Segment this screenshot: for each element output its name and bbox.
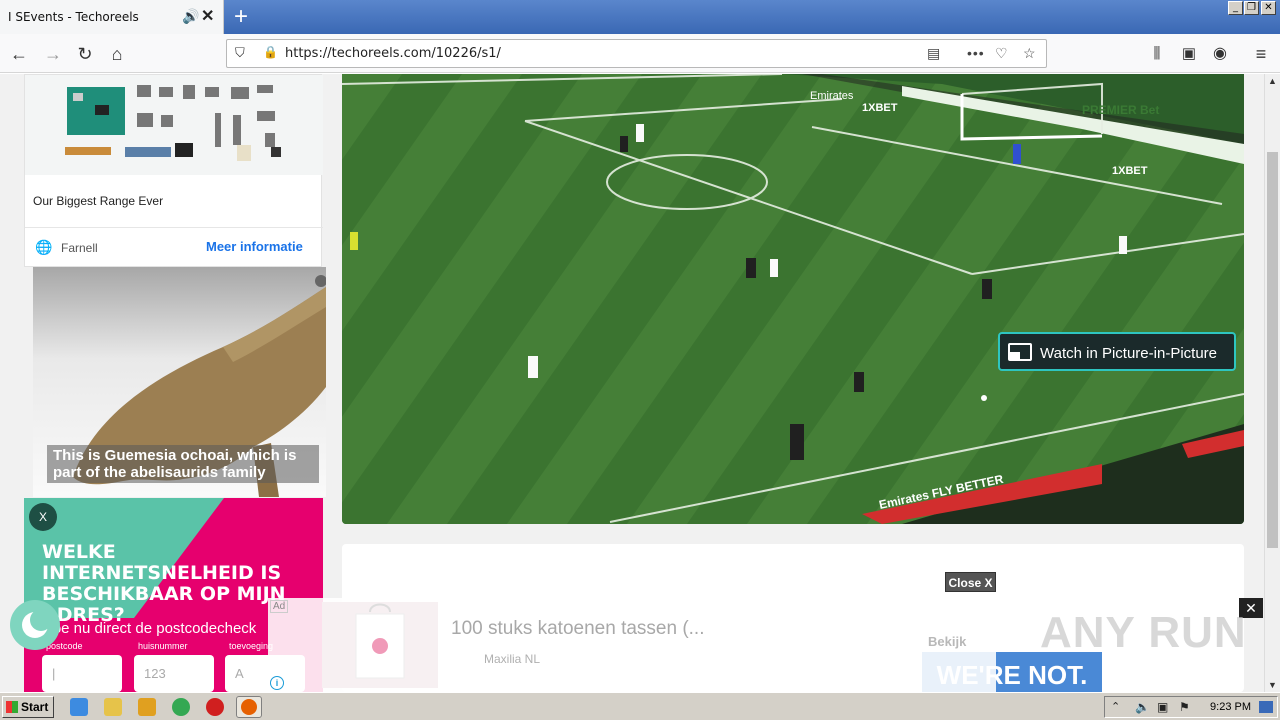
- forward-icon[interactable]: →: [42, 43, 64, 65]
- back-icon[interactable]: ←: [8, 43, 30, 65]
- ad-title[interactable]: 100 stuks katoenen tassen (...: [451, 618, 705, 640]
- farnell-ad[interactable]: Our Biggest Range Ever 🌐 Farnell Meer in…: [24, 74, 323, 267]
- windows-logo-icon: [6, 701, 18, 713]
- ad-tag: Ad: [270, 600, 289, 613]
- firefox-icon: [241, 699, 257, 715]
- reader-view-icon[interactable]: ▤: [927, 45, 940, 62]
- url-bar[interactable]: ⛉ 🔒 https://techoreels.com/10226/s1/ ▤ •…: [226, 39, 1047, 68]
- navigation-bar: ← → ↻ ⌂ ⛉ 🔒 https://techoreels.com/10226…: [0, 34, 1280, 73]
- lock-icon[interactable]: 🔒: [263, 45, 278, 59]
- scroll-up-icon[interactable]: ▲: [1268, 76, 1277, 86]
- close-ad-button[interactable]: X: [29, 503, 57, 531]
- media-player-icon[interactable]: [138, 698, 156, 716]
- page-actions-icon[interactable]: •••: [967, 45, 985, 61]
- board-premier: PREMIER Bet: [1082, 103, 1159, 117]
- video-player[interactable]: Emirates 1XBET 1XBET PREMIER Bet Emirate…: [342, 74, 1244, 524]
- clock[interactable]: 9:23 PM: [1210, 701, 1251, 713]
- firefox-taskbar-button[interactable]: [236, 696, 262, 718]
- football-match-frame: Emirates 1XBET 1XBET PREMIER Bet Emirate…: [342, 74, 1244, 524]
- tab-techoreels[interactable]: I SEvents - Techoreels 🔊 ✕: [0, 0, 224, 34]
- home-icon[interactable]: ⌂: [106, 43, 128, 65]
- folder-icon[interactable]: [104, 698, 122, 716]
- close-button[interactable]: Close X: [945, 572, 996, 592]
- scroll-down-icon[interactable]: ▼: [1268, 680, 1277, 690]
- start-button[interactable]: Start: [2, 696, 54, 718]
- shield-icon[interactable]: ⛉: [235, 45, 245, 61]
- more-info-link[interactable]: Meer informatie: [206, 239, 303, 254]
- house-number-field[interactable]: 123: [134, 655, 214, 692]
- dinosaur-ad[interactable]: This is Guemesia ochoai, which is part o…: [33, 267, 326, 497]
- library-icon[interactable]: ⫼: [1146, 43, 1168, 65]
- new-tab-button[interactable]: +: [228, 3, 254, 31]
- ad-headline[interactable]: Our Biggest Range Ever: [33, 194, 163, 208]
- components-image[interactable]: [25, 75, 323, 175]
- dark-mode-toggle[interactable]: [10, 600, 60, 650]
- tray-expand-icon[interactable]: ⌃: [1111, 700, 1120, 713]
- house-number-label: huisnummer: [138, 641, 188, 651]
- chrome-icon[interactable]: [172, 698, 190, 716]
- board-1xbet-2: 1XBET: [1112, 165, 1148, 177]
- minimize-button[interactable]: _: [1228, 1, 1243, 15]
- tote-bag-image[interactable]: [322, 602, 438, 688]
- tote-bag-illustration: [355, 603, 405, 679]
- reload-icon[interactable]: ↻: [74, 43, 96, 65]
- board-1xbet: 1XBET: [862, 102, 898, 114]
- advertiser-name[interactable]: Farnell: [61, 241, 98, 255]
- network-icon[interactable]: ▣: [1157, 700, 1168, 714]
- pocket-icon[interactable]: ♡: [995, 45, 1008, 62]
- account-icon[interactable]: ◉: [1209, 43, 1231, 65]
- ad-info-icon[interactable]: i: [270, 676, 284, 690]
- components-illustration: [65, 85, 281, 161]
- ie-icon[interactable]: [70, 698, 88, 716]
- dinosaur-caption[interactable]: This is Guemesia ochoai, which is part o…: [47, 445, 319, 483]
- addition-label: toevoeging: [229, 641, 274, 651]
- globe-icon: 🌐: [35, 239, 53, 255]
- start-label: Start: [21, 700, 49, 714]
- postcode-field[interactable]: |: [42, 655, 122, 692]
- anyrun-watermark: ANY RUN: [1040, 608, 1247, 657]
- menu-icon[interactable]: ≡: [1250, 43, 1272, 65]
- restore-button[interactable]: ❐: [1244, 1, 1259, 15]
- scrollbar-thumb[interactable]: [1267, 152, 1278, 548]
- divider: [25, 227, 323, 228]
- flag-icon[interactable]: ⚑: [1179, 700, 1190, 714]
- tab-title: I SEvents - Techoreels: [8, 10, 139, 24]
- ad-advertiser[interactable]: Maxilia NL: [484, 652, 540, 666]
- bookmark-star-icon[interactable]: ☆: [1023, 45, 1036, 62]
- windows-taskbar: Start ⌃ 🔈 ▣ ⚑ 9:23 PM: [0, 692, 1280, 720]
- pip-label: Watch in Picture-in-Picture: [1040, 345, 1217, 362]
- page-scrollbar[interactable]: ▲ ▼: [1264, 74, 1280, 692]
- sticky-bottom-ad[interactable]: Ad 100 stuks katoenen tassen (... Maxili…: [268, 598, 996, 692]
- speaker-icon[interactable]: 🔊: [182, 8, 199, 25]
- picture-in-picture-button[interactable]: Watch in Picture-in-Picture: [998, 332, 1236, 371]
- view-button[interactable]: Bekijk: [928, 634, 966, 649]
- sidebar-icon[interactable]: ▣: [1178, 43, 1200, 65]
- board-emirates: Emirates: [810, 90, 854, 102]
- close-window-button[interactable]: ✕: [1261, 1, 1276, 15]
- close-tab-icon[interactable]: ✕: [201, 6, 214, 26]
- volume-icon[interactable]: 🔈: [1135, 700, 1150, 714]
- opera-icon[interactable]: [206, 698, 224, 716]
- show-desktop-icon[interactable]: [1259, 701, 1273, 713]
- ad-subtitle: Doe nu direct de postcodecheck: [42, 620, 257, 637]
- tab-bar: I SEvents - Techoreels 🔊 ✕ + _ ❐ ✕: [0, 0, 1280, 34]
- picture-in-picture-icon: [1008, 343, 1032, 361]
- url-text[interactable]: https://techoreels.com/10226/s1/: [285, 46, 501, 61]
- system-tray: ⌃ 🔈 ▣ ⚑ 9:23 PM: [1104, 696, 1278, 718]
